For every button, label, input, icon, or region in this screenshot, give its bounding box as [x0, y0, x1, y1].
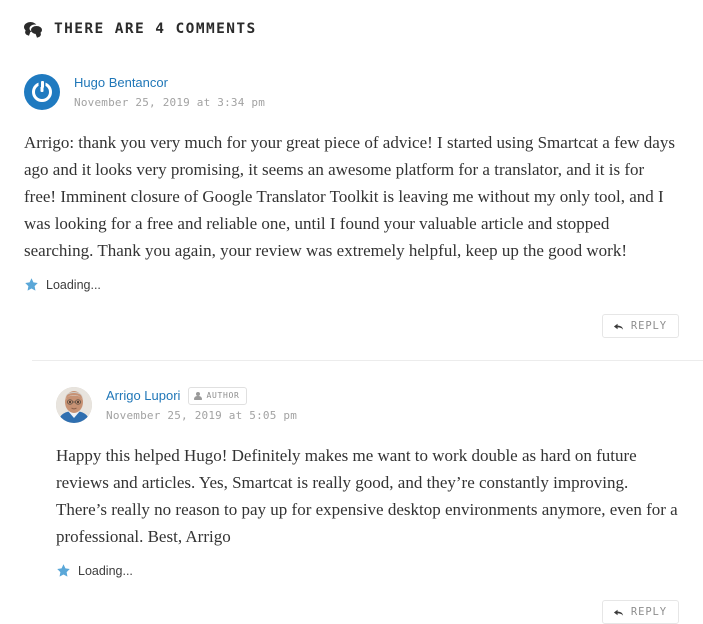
comment-meta-text: Hugo Bentancor November 25, 2019 at 3:34…: [74, 74, 265, 109]
star-icon: [25, 278, 38, 291]
loading-label: Loading...: [78, 563, 133, 578]
avatar: [56, 387, 92, 423]
person-icon: [194, 391, 203, 401]
comment-meta-text: Arrigo Lupori AUTHOR November 25, 2019 a…: [106, 387, 297, 422]
comment-author-link[interactable]: Arrigo Lupori: [106, 388, 180, 404]
comment-date: November 25, 2019 at 5:05 pm: [106, 409, 298, 422]
reply-arrow-icon: [613, 323, 623, 330]
comments-icon: [24, 20, 44, 38]
comment-author-link[interactable]: Hugo Bentancor: [74, 75, 168, 91]
comment-date: November 25, 2019 at 3:34 pm: [74, 96, 266, 109]
author-line: Arrigo Lupori AUTHOR: [106, 387, 297, 405]
reply-arrow-icon: [613, 609, 623, 616]
comments-count-title: THERE ARE 4 COMMENTS: [54, 21, 257, 37]
reply-label: REPLY: [630, 320, 667, 332]
comment-item: Hugo Bentancor November 25, 2019 at 3:34…: [0, 40, 703, 338]
reply-row: REPLY: [56, 600, 679, 624]
comments-header: THERE ARE 4 COMMENTS: [0, 0, 703, 40]
rating-loading-row: Loading...: [56, 563, 679, 578]
reply-button[interactable]: REPLY: [601, 314, 679, 338]
author-badge-label: AUTHOR: [206, 391, 240, 400]
comment-body: Happy this helped Hugo! Definitely makes…: [56, 446, 678, 546]
reply-button[interactable]: REPLY: [601, 600, 679, 624]
rating-loading-row: Loading...: [24, 277, 679, 292]
loading-label: Loading...: [46, 277, 101, 292]
star-icon: [57, 564, 70, 577]
author-badge: AUTHOR: [188, 387, 247, 405]
comment-meta: Arrigo Lupori AUTHOR November 25, 2019 a…: [56, 387, 679, 423]
reply-label: REPLY: [630, 606, 667, 618]
avatar: [24, 74, 60, 110]
author-line: Hugo Bentancor: [74, 75, 265, 91]
comment-item: Arrigo Lupori AUTHOR November 25, 2019 a…: [32, 360, 703, 624]
reply-row: REPLY: [24, 314, 679, 338]
comment-list: Hugo Bentancor November 25, 2019 at 3:34…: [0, 40, 703, 624]
comment-body: Arrigo: thank you very much for your gre…: [24, 133, 675, 260]
comment-meta: Hugo Bentancor November 25, 2019 at 3:34…: [24, 74, 679, 110]
